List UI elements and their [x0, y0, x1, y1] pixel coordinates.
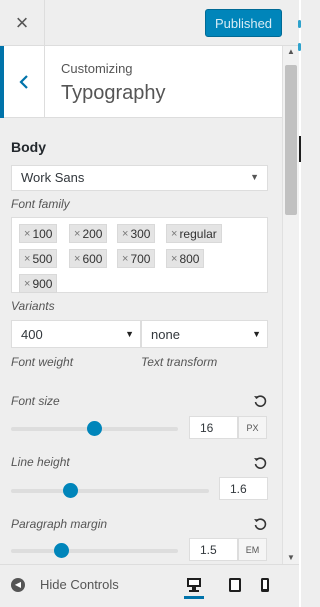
- remove-icon[interactable]: ×: [24, 278, 30, 290]
- variant-chip[interactable]: × 500: [19, 249, 58, 268]
- line-height-slider-handle[interactable]: [63, 483, 78, 498]
- scroll-down-icon[interactable]: ▼: [287, 553, 295, 562]
- hide-controls-label: Hide Controls: [40, 577, 119, 592]
- remove-icon[interactable]: ×: [74, 228, 80, 240]
- text-transform-select[interactable]: none ▼: [141, 320, 268, 348]
- variant-chip[interactable]: × 300: [117, 224, 156, 243]
- remove-icon[interactable]: ×: [171, 253, 177, 265]
- remove-icon[interactable]: ×: [171, 228, 177, 240]
- chevron-down-icon: ▼: [125, 329, 134, 339]
- back-chevron-icon[interactable]: [0, 46, 45, 118]
- reset-icon[interactable]: [253, 456, 267, 470]
- line-height-input[interactable]: 1.6: [219, 477, 268, 500]
- font-weight-select[interactable]: 400 ▼: [11, 320, 141, 348]
- remove-icon[interactable]: ×: [122, 228, 128, 240]
- close-icon[interactable]: ×: [0, 0, 45, 45]
- customizer-footer: ◀ Hide Controls: [0, 564, 299, 607]
- collapse-icon: ◀: [11, 577, 25, 592]
- line-height-label: Line height: [11, 455, 70, 469]
- font-weight-value: 400: [21, 327, 43, 342]
- reset-icon[interactable]: [253, 517, 267, 531]
- paragraph-margin-label: Paragraph margin: [11, 517, 108, 531]
- font-family-value: Work Sans: [21, 170, 85, 185]
- text-transform-value: none: [151, 327, 180, 342]
- scroll-up-icon[interactable]: ▲: [287, 47, 295, 56]
- section-header: Customizing Typography: [0, 46, 282, 118]
- variant-chip[interactable]: × 100: [19, 224, 58, 243]
- line-height-slider-track[interactable]: [11, 489, 209, 493]
- chevron-down-icon: ▼: [250, 172, 259, 182]
- font-size-slider-handle[interactable]: [87, 421, 102, 436]
- scrollbar-thumb[interactable]: [285, 65, 297, 215]
- remove-icon[interactable]: ×: [24, 228, 30, 240]
- remove-icon[interactable]: ×: [24, 253, 30, 265]
- font-size-input[interactable]: 16: [189, 416, 238, 439]
- variant-chip[interactable]: × 800: [166, 249, 205, 268]
- preview-edge-marker: [298, 20, 301, 28]
- paragraph-margin-slider-track[interactable]: [11, 549, 178, 553]
- paragraph-margin-input[interactable]: 1.5: [189, 538, 238, 561]
- controls-panel: Body Work Sans ▼ Font family × 100 × 200 ×…: [0, 118, 282, 564]
- font-family-select[interactable]: Work Sans ▼: [11, 165, 268, 191]
- font-size-label: Font size: [11, 394, 60, 408]
- preview-edge-marker: [299, 136, 301, 162]
- panel-scrollbar[interactable]: ▲ ▼: [282, 46, 299, 564]
- font-family-label: Font family: [11, 197, 70, 211]
- paragraph-margin-slider-handle[interactable]: [54, 543, 69, 558]
- hide-controls-button[interactable]: ◀ Hide Controls: [11, 577, 119, 592]
- variant-chip[interactable]: × regular: [166, 224, 222, 243]
- preview-edge-marker: [298, 43, 301, 51]
- customizing-label: Customizing: [61, 61, 133, 76]
- body-heading: Body: [11, 139, 46, 155]
- remove-icon[interactable]: ×: [122, 253, 128, 265]
- variants-multiselect[interactable]: × 100 × 200 × 300 × regular × 500 × 600 × 700 ×…: [11, 217, 268, 293]
- reset-icon[interactable]: [253, 394, 267, 408]
- customizer-topbar: × Published: [0, 0, 301, 46]
- chevron-down-icon: ▼: [252, 329, 261, 339]
- remove-icon[interactable]: ×: [74, 253, 80, 265]
- preview-edge: [299, 0, 301, 607]
- text-transform-label: Text transform: [141, 355, 218, 369]
- tablet-icon[interactable]: [225, 577, 245, 599]
- desktop-icon[interactable]: [184, 577, 204, 599]
- paragraph-margin-unit: EM: [238, 538, 267, 561]
- variant-chip[interactable]: × 900: [19, 274, 58, 293]
- mobile-icon[interactable]: [255, 577, 275, 599]
- font-size-unit: PX: [238, 416, 267, 439]
- published-button[interactable]: Published: [205, 9, 282, 37]
- variant-chip[interactable]: × 200: [69, 224, 108, 243]
- variant-chip[interactable]: × 600: [69, 249, 108, 268]
- font-weight-label: Font weight: [11, 355, 74, 369]
- variants-label: Variants: [11, 299, 55, 313]
- section-title: Typography: [61, 82, 166, 104]
- variant-chip[interactable]: × 700: [117, 249, 156, 268]
